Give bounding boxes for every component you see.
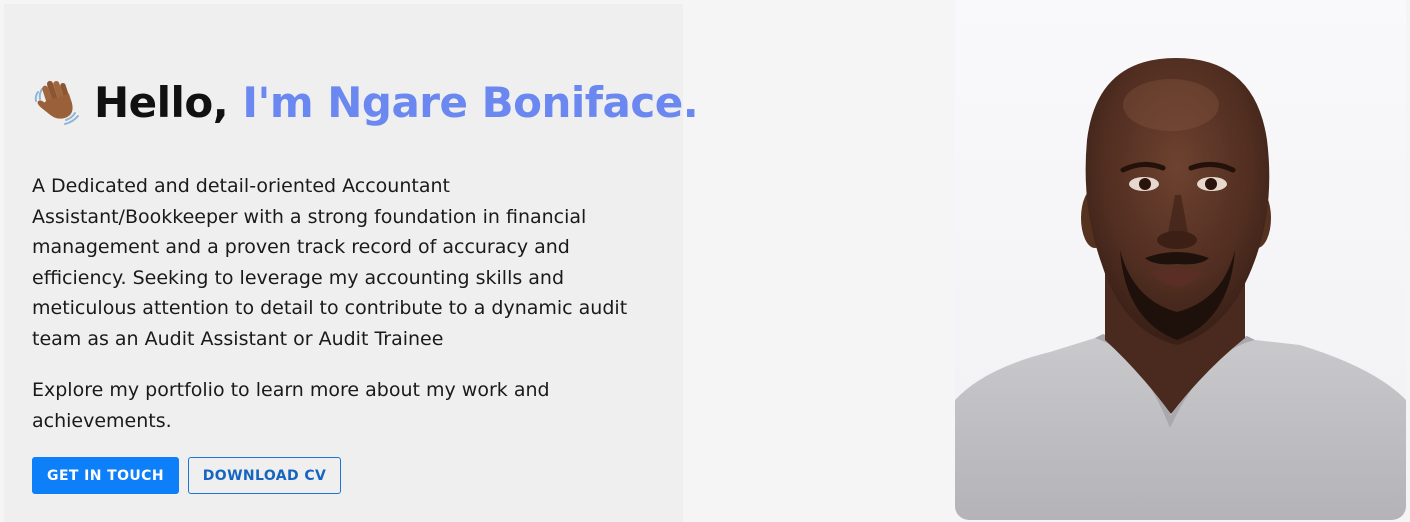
waving-hand-icon (32, 76, 82, 126)
get-in-touch-button[interactable]: GET IN TOUCH (32, 457, 179, 494)
explore-paragraph: Explore my portfolio to learn more about… (32, 379, 550, 432)
hero-card: Hello, I'm Ngare Boniface. A Dedicated a… (4, 4, 699, 522)
intro-paragraph: A Dedicated and detail-oriented Accounta… (32, 175, 628, 350)
portrait-image (955, 0, 1406, 520)
profile-photo (955, 0, 1406, 520)
name-text: I'm Ngare Boniface. (242, 78, 699, 127)
download-cv-button[interactable]: DOWNLOAD CV (188, 457, 341, 494)
greeting-text: Hello, (94, 78, 243, 127)
hero-headline: Hello, I'm Ngare Boniface. (32, 76, 699, 129)
